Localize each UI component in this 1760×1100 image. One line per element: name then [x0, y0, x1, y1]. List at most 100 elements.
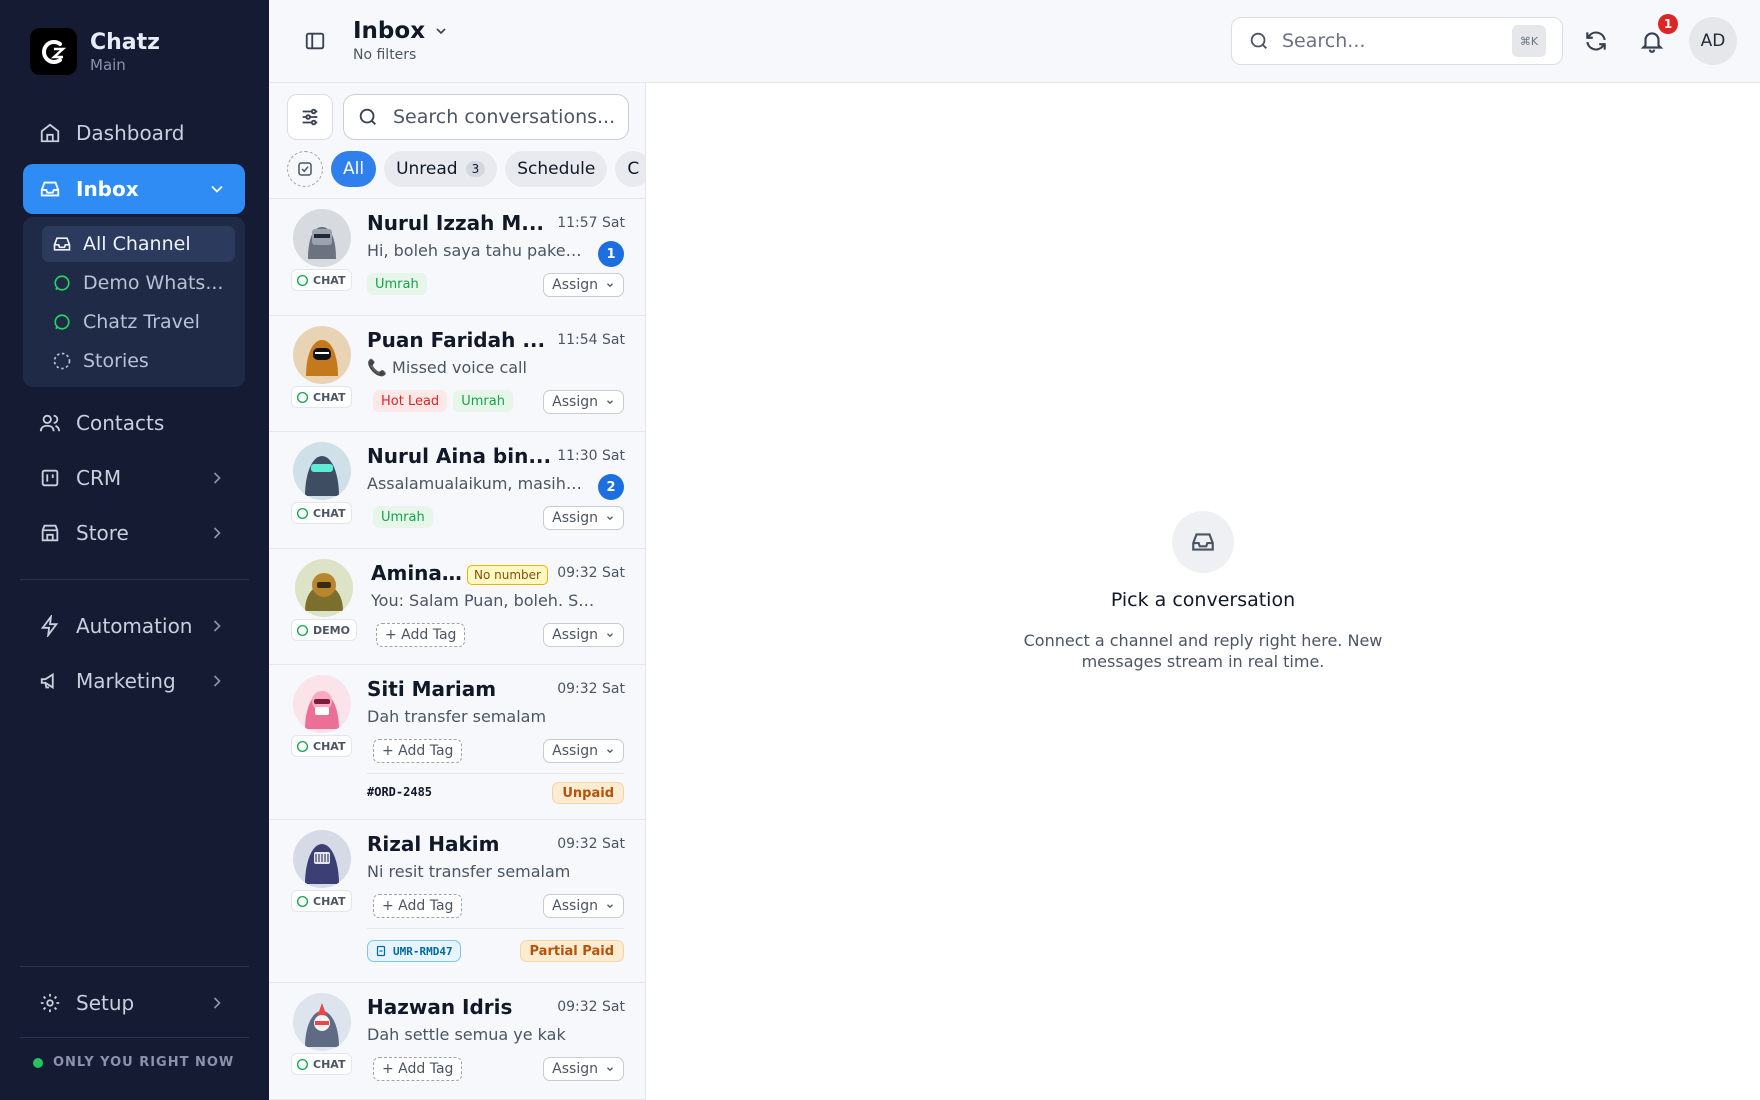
channel-badge: CHAT: [291, 269, 353, 291]
filter-chips: All Unread 3 Schedule C: [287, 149, 645, 189]
whatsapp-icon: [296, 895, 309, 907]
sidebar: Chatz Main Dashboard Inbox All Channel D…: [0, 0, 269, 1100]
tag-list: + Add Tag: [373, 739, 468, 763]
conversation-row[interactable]: CHAT Siti Mariam 09:32 Sat Dah transfer …: [269, 665, 645, 820]
empty-state-text: Connect a channel and reply right here. …: [1023, 631, 1383, 671]
conversation-search-input[interactable]: Search conversations...: [343, 94, 629, 140]
unread-badge: 2: [598, 474, 624, 500]
online-dot: [33, 1057, 43, 1068]
nav-setup[interactable]: Setup: [23, 978, 245, 1028]
chevron-down-icon: [607, 1067, 613, 1072]
add-tag-button[interactable]: + Add Tag: [373, 739, 463, 763]
order-id[interactable]: #ORD-2485: [367, 785, 432, 799]
subnav-demo-whatsapp[interactable]: Demo Whats...: [42, 265, 235, 301]
contact-avatar: [293, 326, 351, 384]
conversation-search-placeholder: Search conversations...: [393, 106, 616, 128]
chevron-down-icon: [607, 633, 613, 638]
nav-setup-label: Setup: [76, 991, 135, 1015]
channel-badge: DEMO: [291, 619, 357, 641]
message-time: 11:30 Sat: [557, 448, 625, 464]
conversation-row[interactable]: CHAT Hazwan Idris 09:32 Sat Dah settle s…: [269, 983, 645, 1100]
search-icon: [1250, 32, 1267, 49]
chip-unread[interactable]: Unread 3: [384, 151, 498, 187]
subnav-chatz-travel[interactable]: Chatz Travel: [42, 304, 235, 340]
nav-dashboard[interactable]: Dashboard: [23, 108, 245, 158]
sidebar-toggle-icon[interactable]: [304, 30, 326, 52]
assign-button[interactable]: Assign: [543, 390, 624, 414]
whatsapp-icon: [51, 311, 73, 333]
brand[interactable]: Chatz Main: [30, 28, 160, 75]
chevron-down-icon: [607, 516, 613, 521]
chevron-down-icon: [607, 904, 613, 909]
global-search[interactable]: Search... ⌘K: [1231, 17, 1563, 65]
nav-automation[interactable]: Automation: [23, 601, 245, 651]
assign-button[interactable]: Assign: [543, 894, 624, 918]
subnav-label: Chatz Travel: [83, 311, 200, 333]
user-avatar[interactable]: AD: [1689, 17, 1737, 65]
add-tag-button[interactable]: + Add Tag: [373, 1057, 463, 1081]
contact-avatar: [293, 209, 351, 267]
assign-button[interactable]: Assign: [543, 739, 624, 763]
brand-logo: [30, 28, 77, 75]
assign-button[interactable]: Assign: [543, 1057, 624, 1081]
nav-store[interactable]: Store: [23, 508, 245, 558]
refresh-icon[interactable]: [1583, 28, 1609, 54]
no-number-badge: No number: [467, 565, 548, 585]
assign-button[interactable]: Assign: [543, 506, 624, 530]
brand-name: Chatz: [90, 29, 160, 55]
chip-schedule[interactable]: Schedule: [505, 151, 608, 187]
tag-umrah[interactable]: Umrah: [453, 390, 513, 412]
conversation-detail: Pick a conversation Connect a channel an…: [646, 83, 1760, 1100]
global-search-placeholder: Search...: [1282, 30, 1366, 52]
chip-all[interactable]: All: [331, 151, 377, 187]
nav-crm[interactable]: CRM: [23, 453, 245, 503]
conversation-row[interactable]: CHAT Puan Faridah ... 11:54 Sat 📞 Missed…: [269, 316, 645, 432]
subnav-stories[interactable]: Stories: [42, 343, 235, 379]
nav-marketing[interactable]: Marketing: [23, 656, 245, 706]
chevron-down-icon: [436, 28, 446, 35]
conversation-list-pane: Search conversations... All Unread 3 Sch…: [269, 83, 646, 1100]
chip-unread-label: Unread: [396, 159, 458, 179]
contact-name: Nurul Aina bin...: [367, 444, 552, 468]
message-preview: 📞 Missed voice call: [367, 358, 527, 377]
add-tag-button[interactable]: + Add Tag: [376, 623, 466, 647]
subnav-all-channel[interactable]: All Channel: [42, 226, 235, 262]
conversation-row[interactable]: CHAT Nurul Izzah M... 11:57 Sat Hi, bole…: [269, 199, 645, 316]
sidebar-divider: [20, 1037, 249, 1038]
assign-button[interactable]: Assign: [543, 623, 624, 647]
nav-inbox[interactable]: Inbox: [23, 164, 245, 214]
megaphone-icon: [38, 669, 62, 693]
inbox-subnav: All Channel Demo Whats... Chatz Travel S…: [23, 217, 245, 387]
tag-list: Umrah: [367, 273, 433, 295]
tag-umrah[interactable]: Umrah: [373, 506, 433, 528]
conversation-row[interactable]: CHAT Rizal Hakim 09:32 Sat Ni resit tran…: [269, 820, 645, 983]
add-tag-button[interactable]: + Add Tag: [373, 894, 463, 918]
filter-status: No filters: [353, 47, 417, 63]
message-preview: Assalamualaikum, masih ...: [367, 474, 582, 493]
tag-umrah[interactable]: Umrah: [367, 273, 427, 295]
filter-button[interactable]: [287, 94, 333, 140]
tag-hot-lead[interactable]: Hot Lead: [373, 390, 448, 412]
order-divider: [367, 928, 624, 929]
chip-more[interactable]: C: [615, 151, 645, 187]
contact-name: Hazwan Idris: [367, 995, 513, 1019]
whatsapp-icon: [296, 1058, 309, 1070]
select-all-button[interactable]: [287, 151, 323, 187]
conversation-row[interactable]: CHAT Nurul Aina bin... 11:30 Sat Assalam…: [269, 432, 645, 549]
chevron-right-icon: [213, 527, 221, 539]
users-icon: [38, 411, 62, 435]
nav-contacts-label: Contacts: [76, 411, 165, 435]
nav-contacts[interactable]: Contacts: [23, 398, 245, 448]
notification-badge: 1: [1658, 14, 1678, 34]
chevron-down-icon: [607, 749, 613, 754]
assign-button[interactable]: Assign: [543, 273, 624, 297]
booking-chip[interactable]: UMR-RMD47: [367, 940, 461, 962]
whatsapp-icon: [296, 507, 309, 519]
conversation-row[interactable]: DEMO Amina... No number 09:32 Sat You: S…: [269, 549, 645, 665]
message-preview: Dah transfer semalam: [367, 707, 547, 726]
inbox-title-dropdown[interactable]: Inbox No filters: [353, 18, 449, 63]
chevron-down-icon: [607, 283, 613, 288]
sidebar-divider: [20, 579, 249, 580]
whatsapp-icon: [296, 740, 309, 752]
contact-name: Siti Mariam: [367, 677, 497, 701]
